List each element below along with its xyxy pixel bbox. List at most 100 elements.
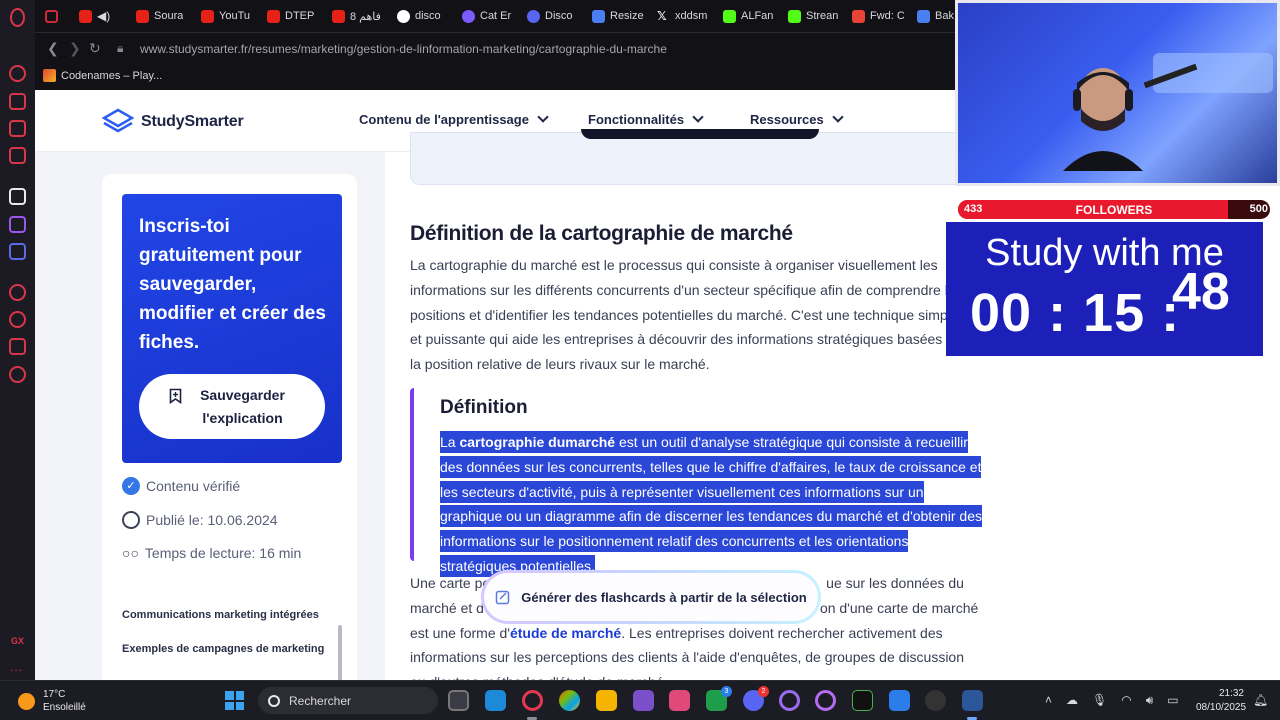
x-icon: 𝕏 [657, 8, 667, 23]
speaker-icon[interactable]: ◀) [97, 9, 110, 23]
bookmark-codenames[interactable]: Codenames – Play... [43, 69, 162, 82]
messenger-icon[interactable] [9, 147, 26, 164]
extensions-icon[interactable] [9, 338, 26, 355]
app-icon[interactable] [669, 690, 690, 711]
tab-9[interactable]: Resize [592, 6, 644, 26]
verified-label: Contenu vérifié [146, 478, 241, 494]
opera-icon[interactable] [779, 690, 800, 711]
copilot-icon[interactable] [559, 690, 580, 711]
gx-label[interactable]: GX [11, 636, 24, 646]
cloud-icon[interactable]: ☁ [1066, 693, 1078, 708]
site-logo[interactable]: StudySmarter [102, 108, 244, 136]
tab-title: ALFan [741, 10, 774, 22]
tab-title: Disco [545, 10, 573, 22]
opera-icon[interactable] [815, 690, 836, 711]
signup-promo: Inscris-toi gratuitement pour sauvegarde… [122, 194, 342, 463]
tab-title: Soura [154, 10, 184, 22]
tab-10[interactable]: 𝕏xddsm [657, 6, 709, 26]
weather-widget[interactable]: 17°C Ensoleillé [18, 688, 86, 714]
reload-icon[interactable]: ↻ [89, 40, 101, 57]
tab-5[interactable]: فاهم 8 [332, 6, 384, 26]
xbox-icon[interactable]: 3 [706, 686, 732, 711]
discord-icon[interactable]: 2 [743, 686, 769, 711]
published-row: Publié le: 10.06.2024 [122, 511, 278, 529]
weather-app-icon[interactable] [485, 690, 506, 711]
toc-link[interactable]: Exemples de campagnes de marketing [122, 643, 324, 655]
back-icon[interactable]: ❮ [47, 40, 59, 57]
twitch-icon[interactable] [9, 216, 26, 233]
opera-gx-icon[interactable] [522, 690, 543, 711]
discord-icon[interactable] [9, 243, 26, 260]
task-view-icon[interactable] [448, 690, 469, 711]
youtube-icon [201, 9, 214, 23]
player-icon[interactable] [9, 284, 26, 301]
tab-2[interactable]: Soura [136, 6, 188, 26]
generate-flashcards-button[interactable]: Générer des flashcards à partir de la sé… [481, 570, 821, 624]
tab-12[interactable]: Strean [788, 6, 840, 26]
sun-icon [18, 692, 35, 710]
mic-icon[interactable]: 🎙︎ [1092, 693, 1107, 708]
speed-dial-icon[interactable] [9, 65, 26, 82]
definition-term: cartographie dumarché [459, 434, 616, 450]
photos-icon[interactable] [633, 690, 654, 711]
cta-button[interactable] [581, 129, 819, 139]
lock-icon[interactable]: 🔒︎ [117, 41, 123, 56]
paint-icon[interactable] [889, 690, 910, 711]
clock[interactable]: 21:32 08/10/2025 [1196, 687, 1247, 715]
history-icon[interactable] [9, 311, 26, 328]
notifications-icon[interactable]: 🔔︎ [1253, 693, 1268, 707]
google-icon [397, 9, 410, 23]
volume-icon[interactable]: 🔊︎ [1146, 693, 1154, 708]
word-icon[interactable] [962, 690, 983, 711]
tab-8[interactable]: Disco [527, 6, 579, 26]
start-button[interactable] [225, 691, 244, 710]
nav-features[interactable]: Fonctionnalités [588, 111, 704, 127]
published-label: Publié le: 10.06.2024 [146, 512, 278, 528]
ai-icon[interactable] [9, 93, 26, 110]
tab-title: فاهم 8 [350, 10, 381, 23]
battery-icon[interactable]: ▭ [1167, 693, 1178, 708]
tab-3[interactable]: YouTu [201, 6, 253, 26]
tab-1[interactable]: ◀) [79, 6, 119, 26]
nav-label: Fonctionnalités [588, 112, 685, 127]
heart-icon [592, 9, 605, 23]
forward-icon[interactable]: ❯ [69, 40, 81, 57]
tab-14[interactable]: Bak [917, 6, 955, 26]
save-explanation-button[interactable]: Sauvegarder l'explication [139, 374, 325, 439]
gx-corner-icon[interactable] [9, 120, 26, 137]
notification-badge: 3 [721, 686, 732, 697]
file-explorer-icon[interactable] [596, 690, 617, 711]
address-bar: ❮ ❯ ↻ 🔒︎ www.studysmarter.fr/resumes/mar… [35, 32, 955, 64]
terminal-icon[interactable] [852, 690, 873, 711]
taskbar-search[interactable]: Rechercher [258, 687, 438, 714]
notification-badge: 2 [758, 686, 769, 697]
url-field[interactable]: www.studysmarter.fr/resumes/marketing/ge… [140, 42, 667, 56]
settings-icon[interactable] [9, 366, 26, 383]
chevron-down-icon [537, 111, 549, 123]
market-study-link[interactable]: étude de marché [510, 625, 621, 641]
wifi-icon[interactable]: ◠ [1121, 693, 1131, 708]
youtube-icon [332, 9, 345, 23]
sidebar-card: Inscris-toi gratuitement pour sauvegarde… [102, 174, 357, 680]
obs-icon[interactable] [925, 690, 946, 711]
toc-scrollbar[interactable] [338, 625, 342, 680]
studysmarter-logo-icon [102, 108, 134, 133]
definition-box: Définition La cartographie dumarché est … [410, 388, 990, 577]
timer-seconds: 48 [1172, 263, 1230, 321]
more-icon[interactable]: ... [10, 660, 23, 674]
clock-date: 08/10/2025 [1196, 702, 1247, 713]
chevron-up-icon[interactable]: ˄ [1045, 693, 1052, 708]
followers-label: FOLLOWERS [1075, 203, 1153, 217]
tab-4[interactable]: DTEP [267, 6, 319, 26]
tab-11[interactable]: ALFan [723, 6, 775, 26]
nav-learning-content[interactable]: Contenu de l'apprentissage [359, 111, 549, 127]
tab-0[interactable] [45, 6, 59, 26]
toc-link[interactable]: Communications marketing intégrées [122, 609, 319, 621]
tab-6[interactable]: disco [397, 6, 449, 26]
tab-7[interactable]: Cat Er [462, 6, 514, 26]
tiktok-icon[interactable] [9, 188, 26, 205]
opera-logo-icon[interactable] [10, 8, 25, 27]
tab-13[interactable]: Fwd: C [852, 6, 904, 26]
nav-resources[interactable]: Ressources [750, 111, 844, 127]
tab-title: Cat Er [480, 10, 512, 22]
